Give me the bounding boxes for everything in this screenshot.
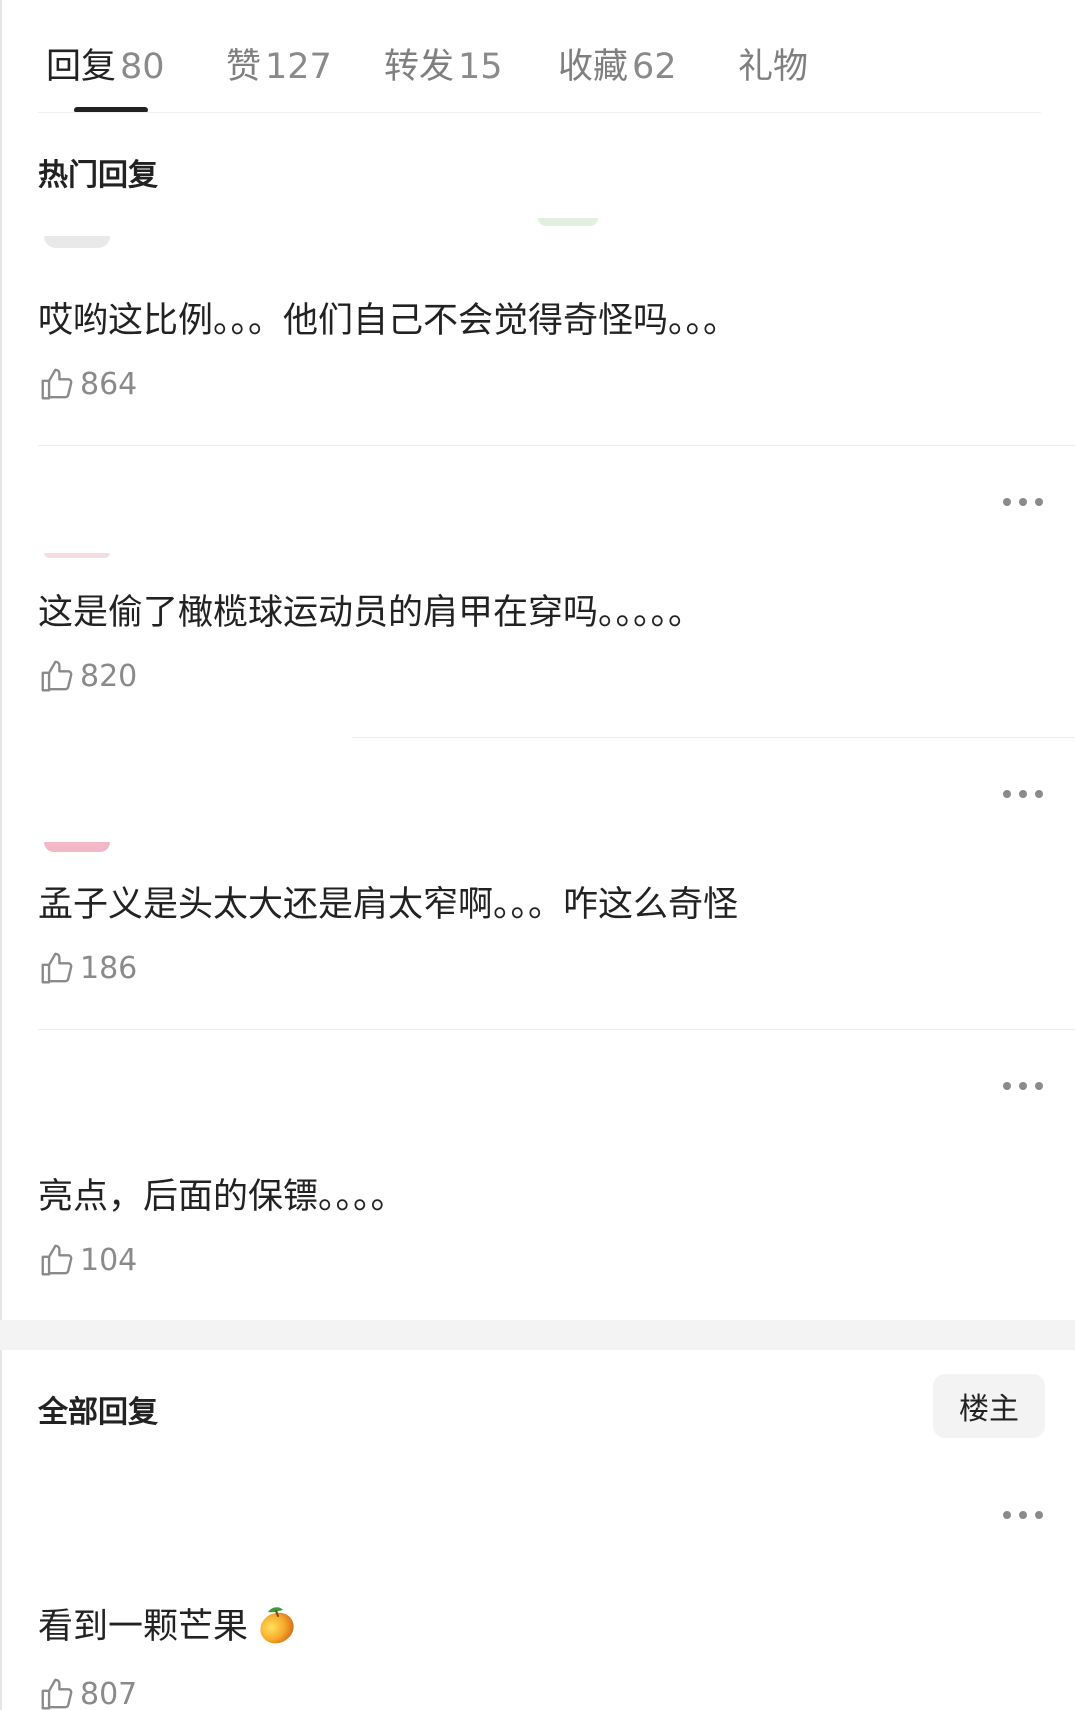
avatar[interactable]	[44, 236, 110, 248]
tab-likes[interactable]: 赞 127	[226, 38, 332, 87]
more-dot	[1035, 1511, 1043, 1519]
like-count: 864	[80, 366, 138, 402]
more-options-button[interactable]	[1003, 492, 1043, 512]
all-replies-title: 全部回复	[38, 1395, 158, 1430]
more-options-button[interactable]	[1003, 1505, 1043, 1525]
comments-page: 回复 80 赞 127 转发 15 收藏 62 礼物 热门回复 哎哟这比例。。。他们自己…	[0, 0, 1075, 1710]
like-button[interactable]: 807	[38, 1674, 137, 1710]
comment-text-wrapper: 看到一颗芒果	[38, 1598, 298, 1649]
more-dots-icon	[1003, 1511, 1011, 1519]
tab-replies-label: 回复	[46, 47, 117, 87]
comment-text: 亮点，后面的保镖。。。。	[38, 1177, 406, 1217]
divider	[352, 737, 1075, 738]
thumbs-up-icon	[41, 368, 73, 400]
thumbs-up-icon	[41, 952, 73, 984]
more-options-button[interactable]	[1003, 784, 1043, 804]
avatar[interactable]	[44, 553, 110, 558]
like-count: 186	[80, 950, 138, 986]
tab-gifts[interactable]: 礼物	[738, 38, 809, 87]
hot-replies-title: 热门回复	[38, 158, 158, 193]
divider	[38, 445, 1075, 446]
like-button[interactable]: 820	[38, 656, 137, 696]
like-button[interactable]: 104	[38, 1240, 137, 1280]
more-options-button[interactable]	[1003, 1076, 1043, 1096]
badge-fragment	[538, 218, 598, 226]
more-dots-icon	[1003, 790, 1011, 798]
more-dot	[1019, 790, 1027, 798]
tabs-divider	[38, 112, 1041, 113]
comment-text: 孟子义是头太大还是肩太窄啊。。。咋这么奇怪	[38, 885, 739, 925]
thumbs-up-icon	[41, 1244, 73, 1276]
more-dot	[1019, 498, 1027, 506]
tab-reposts-count: 15	[458, 47, 503, 87]
tab-likes-label: 赞	[226, 47, 262, 87]
more-dot	[1035, 1082, 1043, 1090]
more-dots-icon	[1003, 1082, 1011, 1090]
tab-reposts-label: 转发	[384, 47, 455, 87]
tab-bar: 回复 80 赞 127 转发 15 收藏 62 礼物	[0, 0, 1075, 114]
like-count: 104	[80, 1242, 138, 1278]
tab-gifts-label: 礼物	[738, 47, 809, 87]
tab-replies[interactable]: 回复 80	[46, 38, 165, 87]
tab-favorites-label: 收藏	[558, 47, 629, 87]
comment-text: 哎哟这比例。。。他们自己不会觉得奇怪吗。。。	[38, 301, 739, 341]
more-dots-icon	[1003, 498, 1011, 506]
comment-text: 这是偷了橄榄球运动员的肩甲在穿吗。。。。。	[38, 593, 704, 633]
like-count: 820	[80, 658, 138, 694]
tab-favorites[interactable]: 收藏 62	[558, 38, 677, 87]
owner-filter-button[interactable]: 楼主	[933, 1374, 1045, 1438]
tab-favorites-count: 62	[632, 47, 677, 87]
thumbs-up-icon	[41, 1678, 73, 1710]
more-dot	[1035, 498, 1043, 506]
divider	[38, 1029, 1075, 1030]
tab-likes-count: 127	[265, 47, 332, 87]
like-button[interactable]: 864	[38, 364, 137, 404]
more-dot	[1019, 1082, 1027, 1090]
comment-text: 看到一颗芒果	[38, 1607, 249, 1647]
more-dot	[1035, 790, 1043, 798]
mango-emoji	[260, 1607, 294, 1644]
left-edge-border	[0, 0, 2, 1710]
section-separator	[0, 1320, 1075, 1350]
tab-replies-count: 80	[120, 47, 165, 87]
avatar[interactable]	[44, 842, 110, 852]
more-dot	[1019, 1511, 1027, 1519]
tab-reposts[interactable]: 转发 15	[384, 38, 503, 87]
like-button[interactable]: 186	[38, 948, 137, 988]
like-count: 807	[80, 1676, 138, 1710]
thumbs-up-icon	[41, 660, 73, 692]
